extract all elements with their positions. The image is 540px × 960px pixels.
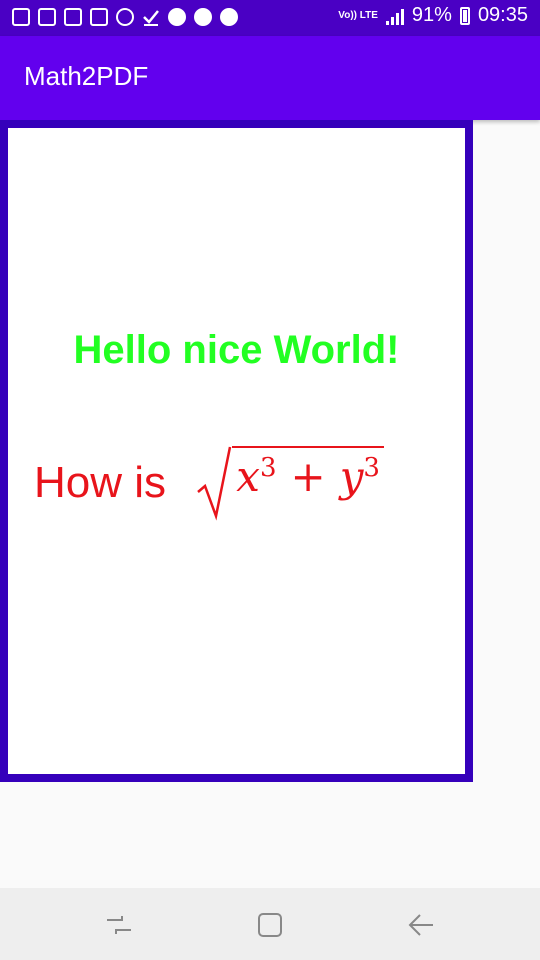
notification-icons — [12, 8, 238, 26]
recent-apps-icon[interactable] — [104, 910, 134, 940]
formula-prefix-text: How is — [34, 458, 179, 507]
image-icon — [64, 8, 82, 26]
navigation-bar — [0, 888, 540, 960]
plus-operator: + — [290, 452, 326, 501]
pdf-page: Hello nice World! How is x3 + y3 — [8, 128, 465, 774]
message-icon — [12, 8, 30, 26]
formula-line: How is x3 + y3 — [34, 446, 384, 522]
radicand: x3 + y3 — [232, 446, 384, 501]
app-title: Math2PDF — [24, 61, 149, 91]
battery-percent: 91% — [411, 4, 452, 26]
exponent-x: 3 — [259, 453, 277, 483]
volte-lte-icon: Vo)) LTE — [338, 9, 378, 21]
radical-sign — [197, 446, 232, 521]
signal-icon — [385, 7, 404, 25]
status-bar: Vo)) LTE 91% 09:35 — [0, 0, 540, 36]
back-icon[interactable] — [406, 910, 436, 940]
whatsapp-icon — [116, 8, 134, 26]
exponent-y: 3 — [363, 453, 380, 483]
clock: 09:35 — [477, 4, 528, 26]
variable-y: y — [339, 452, 364, 501]
square-root: x3 + y3 — [196, 446, 384, 522]
app-bar: Math2PDF — [0, 36, 540, 120]
variable-x: x — [236, 452, 260, 501]
chrome-icon — [168, 8, 186, 26]
status-indicators: Vo)) LTE 91% 09:35 — [338, 4, 528, 27]
pdf-preview-frame: Hello nice World! How is x3 + y3 — [0, 120, 473, 782]
chrome-icon — [220, 8, 238, 26]
heading-text: Hello nice World! — [73, 328, 400, 372]
battery-icon — [459, 6, 470, 25]
calendar-icon — [38, 8, 56, 26]
chrome-icon — [194, 8, 212, 26]
check-download-icon — [142, 8, 160, 26]
home-icon[interactable] — [255, 910, 285, 940]
gmail-icon — [90, 8, 108, 26]
